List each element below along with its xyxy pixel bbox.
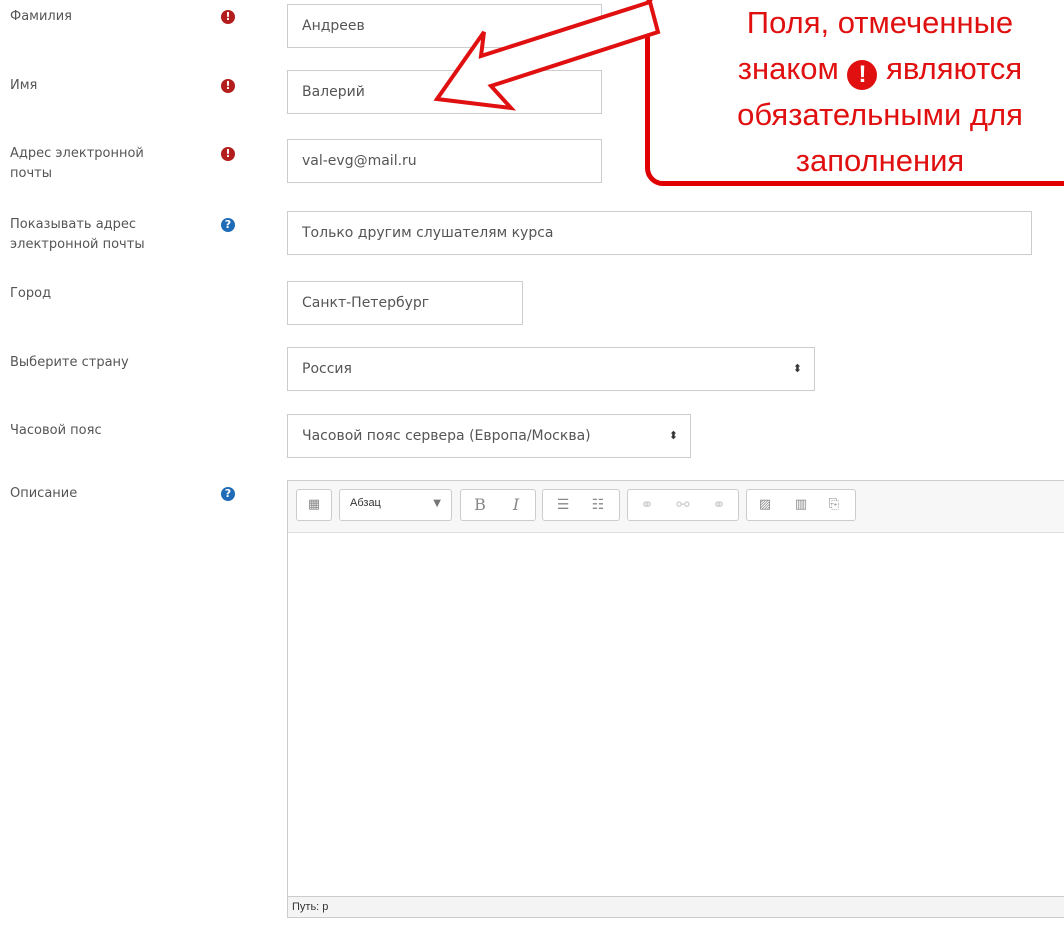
description-editor[interactable]: ▦ Абзац ▼ B I ☰ ☷ ⚭ ⚯ ⚭ ▨ ▥ ⎘ Путь: p [287, 480, 1064, 918]
editor-content-area[interactable] [288, 532, 1064, 897]
image-icon[interactable]: ▨ [754, 494, 776, 516]
list-group: ☰ ☷ [542, 489, 620, 521]
timezone-label: Часовой пояс [10, 423, 102, 438]
email-input[interactable]: val-evg@mail.ru [287, 139, 602, 183]
country-label: Выберите страну [10, 355, 129, 370]
timezone-select[interactable]: Часовой пояс сервера (Европа/Москва) ⬍ [287, 414, 691, 458]
required-icon[interactable]: ! [221, 10, 235, 24]
email-display-label: Показывать адрес электронной почты [10, 217, 145, 252]
city-input[interactable]: Санкт-Петербург [287, 281, 523, 325]
country-select[interactable]: Россия ⬍ [287, 347, 815, 391]
format-select[interactable]: Абзац ▼ [339, 489, 452, 521]
editor-path-bar: Путь: p [288, 896, 1064, 917]
country-select-value: Россия [302, 361, 352, 377]
help-icon[interactable]: ? [221, 218, 235, 232]
firstname-label: Имя [10, 78, 38, 93]
email-display-select[interactable]: Только другим слушателям курса [287, 211, 1032, 255]
callout-line-2: знаком ! являются [680, 46, 1064, 92]
callout-line-1: Поля, отмеченные [746, 5, 1014, 40]
editor-toolbar: ▦ Абзац ▼ B I ☰ ☷ ⚭ ⚯ ⚭ ▨ ▥ ⎘ [288, 481, 1064, 533]
required-icon[interactable]: ! [221, 147, 235, 161]
callout-line-2a: знаком [737, 51, 839, 86]
select-arrow-icon: ⬍ [668, 429, 678, 442]
toolbar-toggle-button[interactable]: ▦ [296, 489, 332, 521]
chevron-down-icon: ▼ [433, 498, 441, 509]
lastname-input[interactable]: Андреев [287, 4, 602, 48]
help-icon[interactable]: ? [221, 487, 235, 501]
italic-button[interactable]: I [505, 494, 527, 516]
link-group: ⚭ ⚯ ⚭ [627, 489, 739, 521]
text-style-group: B I [460, 489, 536, 521]
callout-text: Поля, отмеченные знаком ! являются обяза… [680, 0, 1064, 184]
city-label: Город [10, 286, 52, 301]
description-label: Описание [10, 486, 78, 501]
required-icon[interactable]: ! [221, 79, 235, 93]
format-select-value: Абзац [350, 497, 381, 509]
link-icon[interactable]: ⚭ [636, 494, 658, 516]
callout-line-2b: являются [886, 51, 1023, 86]
media-icon[interactable]: ▥ [790, 494, 812, 516]
media-group: ▨ ▥ ⎘ [746, 489, 856, 521]
required-icon: ! [847, 60, 878, 90]
firstname-input[interactable]: Валерий [287, 70, 602, 114]
callout-line-4: заполнения [795, 143, 965, 178]
manage-files-icon[interactable]: ⎘ [823, 494, 845, 516]
callout-line-3: обязательными для [737, 97, 1023, 132]
timezone-select-value: Часовой пояс сервера (Европа/Москва) [302, 428, 591, 444]
keyboard-icon: ▦ [307, 497, 321, 512]
lastname-label: Фамилия [10, 9, 72, 24]
ordered-list-icon[interactable]: ☷ [587, 494, 609, 516]
select-arrow-icon: ⬍ [792, 362, 802, 375]
anchor-link-icon[interactable]: ⚭ [708, 494, 730, 516]
unordered-list-icon[interactable]: ☰ [552, 494, 574, 516]
email-label: Адрес электронной почты [10, 146, 144, 181]
bold-button[interactable]: B [469, 494, 491, 516]
unlink-icon[interactable]: ⚯ [672, 494, 694, 516]
